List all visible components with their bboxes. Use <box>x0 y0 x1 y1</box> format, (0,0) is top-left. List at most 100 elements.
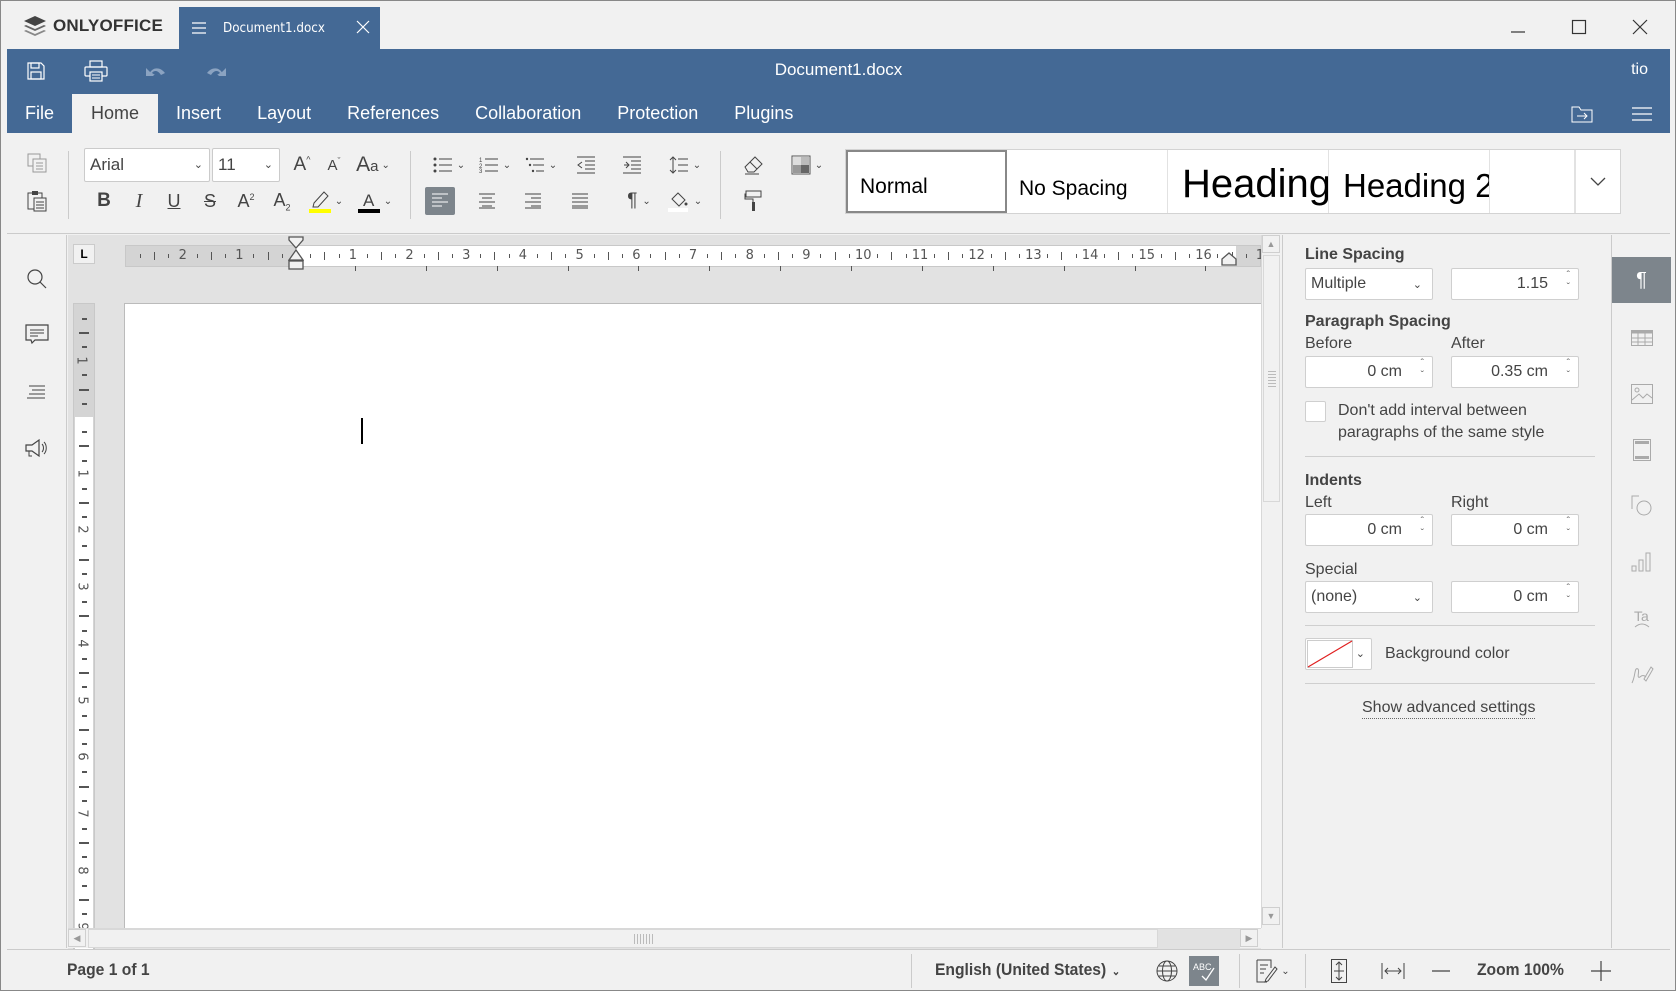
tab-plugins[interactable]: Plugins <box>716 94 811 133</box>
vertical-ruler[interactable]: 1123456789 <box>73 303 95 957</box>
close-tab-icon[interactable] <box>356 19 370 37</box>
strikethrough-button[interactable]: S <box>195 187 225 215</box>
dont-add-interval-checkbox[interactable] <box>1305 401 1326 422</box>
open-file-location-button[interactable] <box>1567 101 1597 127</box>
spinner-arrows-icon[interactable]: ˆˇ <box>1567 516 1570 540</box>
line-spacing-button[interactable]: ⌄ <box>663 151 707 179</box>
page-counter[interactable]: Page 1 of 1 <box>67 960 150 980</box>
multilevel-list-button[interactable]: ⌄ <box>519 151 563 179</box>
align-center-button[interactable] <box>472 187 502 215</box>
indent-right-input[interactable]: 0 cm ˆˇ <box>1451 514 1579 546</box>
minimize-button[interactable] <box>1498 13 1538 41</box>
tab-protection[interactable]: Protection <box>599 94 716 133</box>
text-art-settings-tab[interactable]: Ta <box>1612 595 1671 641</box>
align-right-button[interactable] <box>518 187 548 215</box>
align-left-button[interactable] <box>425 187 455 215</box>
bold-button[interactable]: B <box>89 187 119 215</box>
tab-layout[interactable]: Layout <box>239 94 329 133</box>
line-spacing-type-select[interactable]: Multiple ⌄ <box>1305 268 1433 300</box>
fit-to-width-button[interactable] <box>1379 958 1407 984</box>
search-button[interactable] <box>21 263 53 295</box>
shape-settings-tab[interactable] <box>1612 483 1671 529</box>
maximize-button[interactable] <box>1559 13 1599 41</box>
zoom-out-button[interactable] <box>1427 958 1455 984</box>
left-indent-marker[interactable] <box>287 236 305 270</box>
expand-styles-button[interactable] <box>1575 150 1620 213</box>
spacing-before-input[interactable]: 0 cm ˆˇ <box>1305 356 1433 388</box>
style-no-spacing[interactable]: No Spacing <box>1007 150 1168 213</box>
spinner-arrows-icon[interactable]: ˆˇ <box>1567 583 1570 607</box>
numbering-button[interactable]: 1 2 3 ⌄ <box>473 151 517 179</box>
navigation-button[interactable] <box>21 376 53 408</box>
spinner-arrows-icon[interactable]: ˆˇ <box>1567 270 1570 294</box>
paragraph-settings-tab[interactable]: ¶ <box>1612 257 1671 303</box>
superscript-button[interactable]: A2 <box>231 187 261 215</box>
tab-collaboration[interactable]: Collaboration <box>457 94 599 133</box>
color-scheme-button[interactable]: ⌄ <box>785 151 829 179</box>
spinner-arrows-icon[interactable]: ˆˇ <box>1421 358 1424 382</box>
tab-references[interactable]: References <box>329 94 457 133</box>
paste-button[interactable] <box>22 187 52 215</box>
horizontal-ruler[interactable]: 21123456789101112131415161 <box>125 236 1419 271</box>
fit-to-page-button[interactable] <box>1325 958 1353 984</box>
zoom-level[interactable]: Zoom 100% <box>1477 960 1564 980</box>
copy-style-button[interactable] <box>739 187 769 215</box>
image-settings-tab[interactable] <box>1612 371 1671 417</box>
line-spacing-value-input[interactable]: 1.15 ˆˇ <box>1451 268 1579 300</box>
chart-settings-tab[interactable] <box>1612 539 1671 585</box>
scroll-up-button[interactable]: ▲ <box>1262 235 1280 253</box>
nonprinting-characters-button[interactable]: ¶ ⌄ <box>617 187 661 215</box>
language-select[interactable]: English (United States) ⌄ <box>935 960 1120 980</box>
right-indent-marker[interactable] <box>1221 252 1237 266</box>
close-window-button[interactable] <box>1620 13 1660 41</box>
vertical-scroll-thumb[interactable] <box>1263 255 1280 502</box>
indent-left-input[interactable]: 0 cm ˆˇ <box>1305 514 1433 546</box>
track-changes-button[interactable]: ⌄ <box>1251 958 1295 984</box>
font-size-select[interactable]: 11 ⌄ <box>212 148 280 182</box>
header-footer-settings-tab[interactable] <box>1612 427 1671 473</box>
show-advanced-settings-link[interactable]: Show advanced settings <box>1362 699 1536 719</box>
clear-style-button[interactable] <box>739 151 769 179</box>
scroll-right-button[interactable]: ▶ <box>1240 929 1258 947</box>
decrease-font-button[interactable]: Aˇ <box>319 151 349 179</box>
spacing-after-input[interactable]: 0.35 cm ˆˇ <box>1451 356 1579 388</box>
feedback-button[interactable] <box>21 432 53 464</box>
font-color-button[interactable]: A ⌄ <box>353 187 397 215</box>
scroll-down-button[interactable]: ▼ <box>1262 907 1280 925</box>
user-name[interactable]: tio <box>1631 61 1648 79</box>
increase-font-button[interactable]: A^ <box>287 151 317 179</box>
bullets-button[interactable]: ⌄ <box>427 151 471 179</box>
table-settings-tab[interactable] <box>1612 315 1671 361</box>
document-tab[interactable]: Document1.docx <box>179 7 380 49</box>
document-page[interactable] <box>124 303 1261 933</box>
italic-button[interactable]: I <box>124 187 154 215</box>
special-indent-select[interactable]: (none) ⌄ <box>1305 581 1433 613</box>
document-language-button[interactable] <box>1153 958 1181 984</box>
justify-button[interactable] <box>565 187 595 215</box>
tab-insert[interactable]: Insert <box>158 94 239 133</box>
horizontal-scroll-thumb[interactable] <box>88 929 1158 948</box>
tab-stop-selector[interactable]: L <box>73 244 95 264</box>
style-heading-1[interactable]: Heading 1 <box>1168 150 1329 213</box>
tab-home[interactable]: Home <box>72 94 159 133</box>
comments-button[interactable] <box>21 319 53 351</box>
subscript-button[interactable]: A2 <box>267 187 297 215</box>
highlight-color-button[interactable]: ⌄ <box>304 187 348 215</box>
change-case-button[interactable]: Aa ⌄ <box>353 151 393 179</box>
special-indent-by-input[interactable]: 0 cm ˆˇ <box>1451 581 1579 613</box>
tab-file[interactable]: File <box>7 94 72 133</box>
zoom-in-button[interactable] <box>1587 958 1615 984</box>
copy-button[interactable] <box>22 149 52 177</box>
style-normal[interactable]: Normal <box>846 150 1007 213</box>
style-heading-2[interactable]: Heading 2 <box>1329 150 1490 213</box>
increase-indent-button[interactable] <box>617 151 647 179</box>
horizontal-scrollbar[interactable]: ◀ ▶ <box>68 928 1261 948</box>
spinner-arrows-icon[interactable]: ˆˇ <box>1421 516 1424 540</box>
paragraph-shading-button[interactable]: ⌄ <box>663 187 707 215</box>
scroll-left-button[interactable]: ◀ <box>68 929 86 947</box>
underline-button[interactable]: U <box>159 187 189 215</box>
decrease-indent-button[interactable] <box>571 151 601 179</box>
background-color-picker[interactable]: ⌄ <box>1305 638 1372 670</box>
spinner-arrows-icon[interactable]: ˆˇ <box>1567 358 1570 382</box>
spell-check-button[interactable]: ABC <box>1189 956 1219 986</box>
